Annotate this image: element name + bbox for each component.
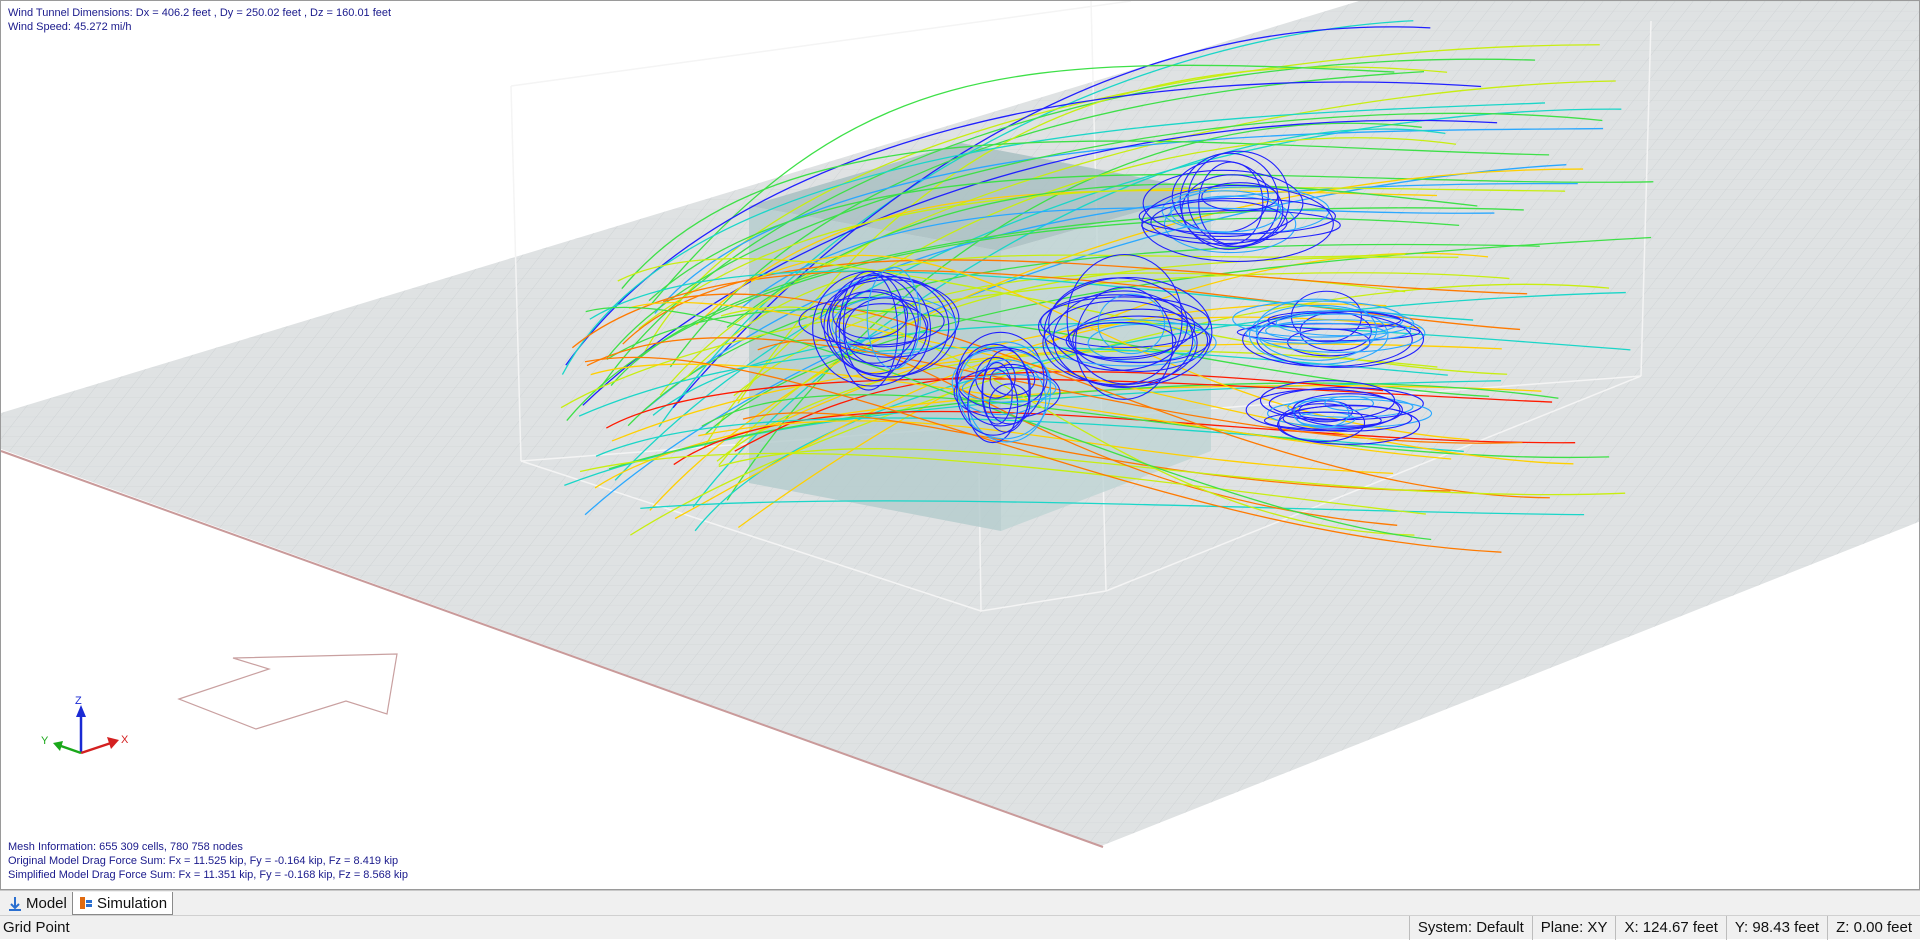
status-bar: Grid Point System: Default Plane: XY X: … [0,915,1920,940]
wind-tunnel-info: Wind Tunnel Dimensions: Dx = 406.2 feet … [8,6,391,34]
status-mode: Grid Point [3,919,70,936]
wind-tunnel-dimensions: Wind Tunnel Dimensions: Dx = 406.2 feet … [8,7,392,19]
mesh-and-force-info: Mesh Information: 655 309 cells, 780 758… [8,840,408,882]
view-tab-bar: Model Simulation [0,890,1920,915]
model-icon [8,896,22,912]
simplified-drag-force: Simplified Model Drag Force Sum: Fx = 11… [8,869,408,881]
status-x-coordinate: X: 124.67 feet [1615,916,1725,940]
tab-simulation-label: Simulation [97,894,168,912]
wind-simulation-scene[interactable] [1,1,1920,890]
original-drag-force: Original Model Drag Force Sum: Fx = 11.5… [8,855,399,867]
status-y-coordinate: Y: 98.43 feet [1725,916,1827,940]
tab-model-label: Model [26,895,67,912]
axis-label-z: Z [75,695,82,707]
tab-model[interactable]: Model [2,892,72,915]
axis-label-y: Y [41,735,49,747]
status-plane[interactable]: Plane: XY [1531,916,1616,940]
axis-label-x: X [121,734,129,746]
wind-speed: Wind Speed: 45.272 mi/h [8,21,132,33]
3d-viewport[interactable]: Wind Tunnel Dimensions: Dx = 406.2 feet … [0,0,1920,890]
mesh-information: Mesh Information: 655 309 cells, 780 758… [8,841,243,853]
status-z-coordinate: Z: 0.00 feet [1827,916,1920,940]
simulation-icon [79,895,93,911]
axis-triad [53,705,119,755]
wind-direction-arrow [177,653,398,730]
status-system[interactable]: System: Default [1408,916,1532,940]
tab-simulation[interactable]: Simulation [72,892,173,915]
